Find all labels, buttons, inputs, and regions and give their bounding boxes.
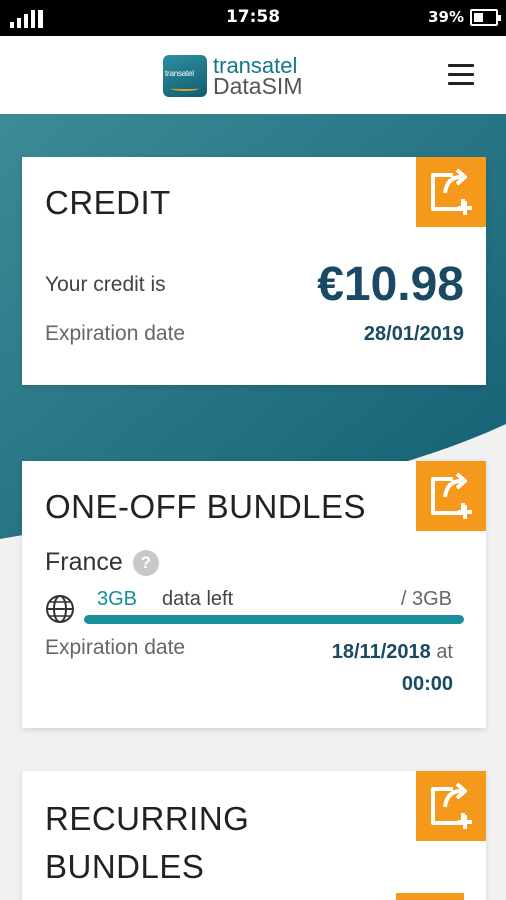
logo-text: transatel DataSIM bbox=[213, 55, 303, 99]
credit-amount: €10.98 bbox=[317, 258, 464, 311]
recurring-bundle-button-partial[interactable] bbox=[396, 893, 464, 900]
country-row: France ? bbox=[45, 548, 159, 577]
oneoff-bundles-card: ONE-OFF BUNDLES France ? 3GB data left /… bbox=[22, 461, 486, 728]
recurring-title-line2: BUNDLES bbox=[45, 848, 205, 885]
recurring-bundles-card: RECURRING BUNDLES bbox=[22, 771, 486, 900]
oneoff-expiration-time: 00:00 bbox=[401, 673, 453, 695]
oneoff-expiration-label: Expiration date bbox=[45, 636, 186, 659]
external-add-icon bbox=[431, 782, 472, 829]
oneoff-add-button[interactable] bbox=[416, 461, 486, 531]
oneoff-expiration: 18/11/2018 at 00:00 bbox=[332, 636, 453, 700]
data-progress-fill bbox=[84, 615, 464, 624]
app-header: transatel transatel DataSIM bbox=[0, 36, 506, 114]
battery-percent: 39% bbox=[428, 8, 464, 26]
external-add-icon bbox=[431, 472, 472, 519]
recurring-add-button[interactable] bbox=[416, 771, 486, 841]
credit-label: Your credit is bbox=[45, 273, 166, 296]
logo-mark-text: transatel bbox=[165, 69, 194, 78]
external-add-icon bbox=[431, 168, 472, 215]
credit-expiration-label: Expiration date bbox=[45, 322, 186, 345]
credit-expiration-date: 28/01/2019 bbox=[363, 323, 464, 345]
globe-icon bbox=[46, 595, 74, 623]
oneoff-expiration-date: 18/11/2018 bbox=[331, 641, 431, 663]
hamburger-icon[interactable] bbox=[448, 64, 474, 86]
data-left-label: data left bbox=[162, 588, 234, 610]
oneoff-expiration-at: at bbox=[436, 641, 453, 663]
battery-icon bbox=[470, 9, 501, 26]
transatel-logo[interactable]: transatel transatel DataSIM bbox=[163, 54, 302, 98]
data-progress-bar bbox=[84, 615, 464, 624]
logo-mark: transatel bbox=[163, 55, 207, 97]
help-icon[interactable]: ? bbox=[132, 549, 159, 576]
credit-card: CREDIT Your credit is €10.98 Expiration … bbox=[22, 157, 486, 385]
recurring-title-line1: RECURRING bbox=[45, 800, 250, 837]
credit-add-button[interactable] bbox=[416, 157, 486, 227]
data-amount: 3GB bbox=[97, 588, 138, 610]
status-bar: 17:58 39% bbox=[0, 0, 506, 36]
data-total: / 3GB bbox=[400, 588, 452, 610]
recurring-title: RECURRING BUNDLES bbox=[45, 795, 249, 891]
oneoff-title: ONE-OFF BUNDLES bbox=[45, 488, 367, 525]
credit-title: CREDIT bbox=[45, 184, 171, 221]
logo-line2: DataSIM bbox=[213, 73, 303, 99]
country-name: France bbox=[45, 548, 123, 576]
